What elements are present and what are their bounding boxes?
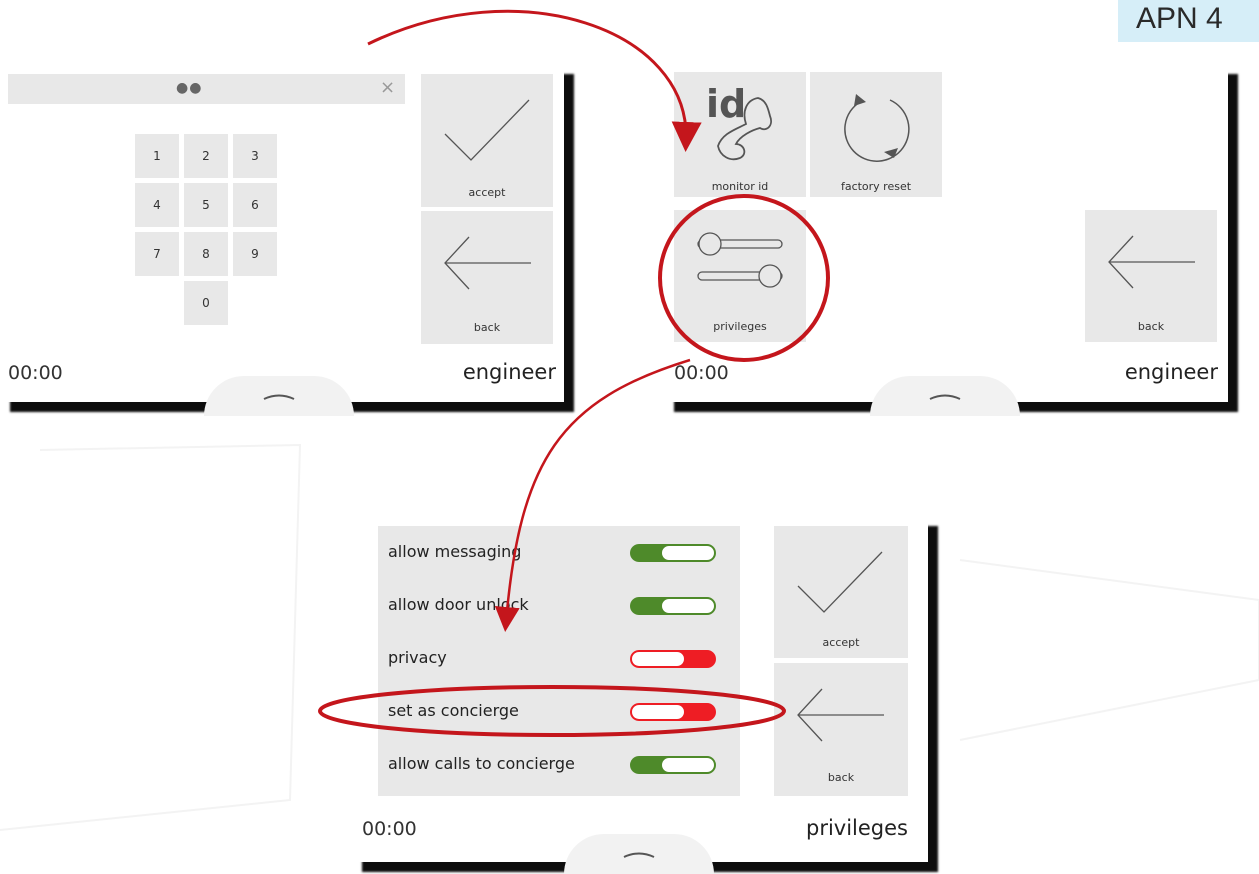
privileges-button[interactable]: privileges (674, 210, 806, 342)
chevron-up-icon (263, 394, 295, 400)
accept-label: accept (468, 186, 506, 199)
key-0[interactable]: 0 (184, 281, 228, 325)
setting-row-allow-calls-to-concierge: allow calls to concierge (388, 740, 722, 790)
screen-title: engineer (1124, 360, 1218, 384)
key-1[interactable]: 1 (135, 134, 179, 178)
clock: 00:00 (674, 362, 729, 384)
factory-reset-label: factory reset (840, 180, 912, 193)
toggle-knob (661, 757, 715, 773)
screen-title: engineer (462, 360, 556, 384)
pin-display[interactable]: ●● × (8, 74, 405, 104)
screen-pin-entry: ●● × 1 2 3 4 5 6 7 8 9 0 accept back 00:… (0, 64, 564, 416)
setting-label: allow calls to concierge (388, 754, 575, 773)
screen-privileges: allow messaging allow door unlock privac… (352, 516, 928, 874)
key-5[interactable]: 5 (184, 183, 228, 227)
accept-button[interactable]: accept (421, 74, 553, 207)
setting-label: allow messaging (388, 542, 522, 561)
chevron-up-icon (623, 852, 655, 858)
toggle-allow-calls-to-concierge[interactable] (630, 756, 716, 774)
phone-icon (717, 97, 772, 161)
menu-pull-tab[interactable] (870, 376, 1020, 416)
back-label: back (473, 321, 501, 334)
screen-title: privileges (805, 816, 908, 840)
toggle-set-as-concierge[interactable] (630, 703, 716, 721)
toggle-allow-messaging[interactable] (630, 544, 716, 562)
back-label: back (827, 771, 855, 784)
setting-label: privacy (388, 648, 447, 667)
checkmark-icon (444, 99, 530, 161)
back-arrow-icon (444, 236, 531, 290)
menu-pull-tab[interactable] (204, 376, 354, 416)
key-7[interactable]: 7 (135, 232, 179, 276)
back-label: back (1137, 320, 1165, 333)
setting-row-privacy: privacy (388, 634, 722, 684)
chevron-up-icon (929, 394, 961, 400)
key-3[interactable]: 3 (233, 134, 277, 178)
checkmark-icon (797, 551, 883, 613)
toggle-knob (631, 651, 685, 667)
accept-button[interactable]: accept (774, 526, 908, 658)
model-tag: APN 4 (1118, 0, 1259, 42)
setting-row-allow-messaging: allow messaging (388, 528, 722, 578)
pin-dots: ●● (176, 80, 203, 96)
toggle-allow-door-unlock[interactable] (630, 597, 716, 615)
setting-row-set-as-concierge: set as concierge (388, 687, 722, 737)
privileges-label: privileges (713, 320, 767, 333)
toggle-knob (661, 545, 715, 561)
key-2[interactable]: 2 (184, 134, 228, 178)
monitor-id-button[interactable]: id monitor id (674, 72, 806, 197)
back-button[interactable]: back (421, 211, 553, 344)
clock: 00:00 (8, 362, 63, 384)
toggle-privacy[interactable] (630, 650, 716, 668)
back-arrow-icon (797, 688, 884, 742)
factory-reset-button[interactable]: factory reset (810, 72, 942, 197)
sliders-icon (697, 232, 783, 288)
back-button[interactable]: back (774, 663, 908, 796)
clear-icon[interactable]: × (380, 77, 395, 98)
screen-engineer-menu: id monitor id factory reset privileges b… (664, 64, 1228, 416)
menu-pull-tab[interactable] (564, 834, 714, 874)
toggle-knob (661, 598, 715, 614)
key-6[interactable]: 6 (233, 183, 277, 227)
toggle-knob (631, 704, 685, 720)
monitor-id-label: monitor id (711, 180, 769, 193)
settings-panel: allow messaging allow door unlock privac… (378, 526, 740, 796)
accept-label: accept (822, 636, 860, 649)
clock: 00:00 (362, 818, 417, 840)
key-8[interactable]: 8 (184, 232, 228, 276)
key-9[interactable]: 9 (233, 232, 277, 276)
setting-label: allow door unlock (388, 595, 529, 614)
setting-label: set as concierge (388, 701, 519, 720)
refresh-icon (844, 94, 910, 162)
setting-row-allow-door-unlock: allow door unlock (388, 581, 722, 631)
back-arrow-icon (1108, 235, 1195, 289)
back-button[interactable]: back (1085, 210, 1217, 342)
key-4[interactable]: 4 (135, 183, 179, 227)
